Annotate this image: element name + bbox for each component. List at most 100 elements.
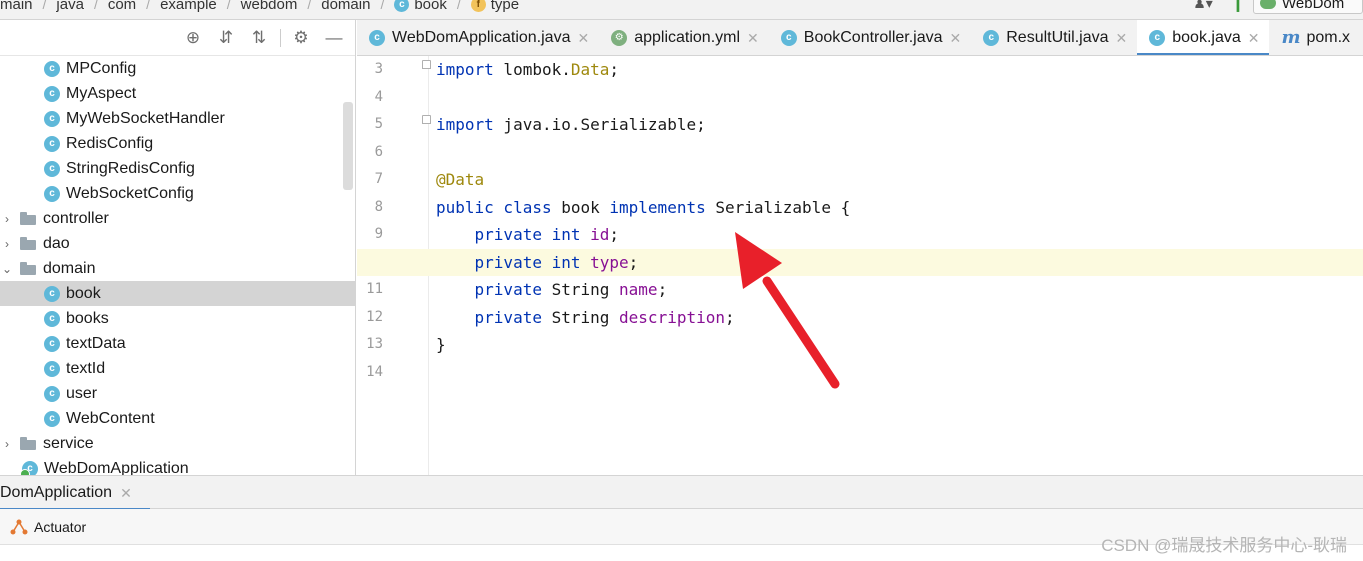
code-token: Serializable { (705, 197, 851, 217)
editor-tab-label: application.yml (634, 29, 741, 46)
tree-item[interactable]: c WebContent (0, 406, 355, 431)
project-panel: ⊕ ⇵ ⇅ ⚙ — c MPConfig c MyAspect c MyWebSocket… (0, 20, 356, 475)
close-icon[interactable]: ✕ (1248, 30, 1260, 47)
breadcrumb-item[interactable]: main (0, 0, 33, 13)
code-token: ; (628, 252, 639, 272)
tree-item[interactable]: c user (0, 381, 355, 406)
editor-tab[interactable]: c ResultUtil.java ✕ (971, 20, 1137, 55)
package-folder-icon (20, 262, 36, 275)
close-icon[interactable]: ✕ (747, 30, 759, 47)
close-icon[interactable]: ✕ (577, 30, 589, 47)
editor-tab[interactable]: c WebDomApplication.java ✕ (357, 20, 599, 55)
tree-item[interactable]: c textId (0, 356, 355, 381)
code-line[interactable]: private String name; (436, 276, 1363, 303)
tree-item[interactable]: c books (0, 306, 355, 331)
expand-all-icon[interactable]: ⇵ (213, 25, 239, 51)
class-icon: c (1149, 30, 1166, 46)
chevron-right-icon[interactable]: › (0, 237, 14, 251)
tree-item[interactable]: c MyWebSocketHandler (0, 106, 355, 131)
tree-item[interactable]: c WebSocketConfig (0, 181, 355, 206)
breadcrumb-label: book (414, 0, 447, 13)
code-line[interactable] (436, 139, 1363, 166)
actuator-tab[interactable]: Actuator (10, 519, 86, 535)
code-token: private (474, 307, 542, 327)
hide-panel-icon[interactable]: — (321, 25, 347, 51)
run-tab-application[interactable]: DomApplication ✕ (0, 476, 150, 510)
code-line[interactable]: } (436, 331, 1363, 358)
fold-marker-icon[interactable] (422, 60, 431, 69)
tree-item[interactable]: c MPConfig (0, 56, 355, 81)
editor-tab[interactable]: ⚙ application.yml ✕ (599, 20, 769, 55)
tree-item-label: domain (43, 259, 96, 277)
locate-file-icon[interactable]: ⊕ (180, 25, 206, 51)
code-token: ; (657, 280, 668, 299)
editor-tab[interactable]: m pom.x (1269, 20, 1360, 55)
build-hammer-icon[interactable]: ❙ (1223, 0, 1253, 13)
code-editor[interactable]: 34567891011121314 import lombok.Data;imp… (357, 56, 1363, 475)
tree-item[interactable]: c MyAspect (0, 81, 355, 106)
breadcrumb-separator: / (380, 0, 385, 12)
chevron-down-icon[interactable]: ⌄ (0, 262, 14, 276)
class-icon: c (44, 385, 60, 402)
tree-item-label: controller (43, 209, 109, 227)
package-folder-icon (20, 212, 36, 225)
code-line[interactable]: private int type; (436, 249, 1363, 276)
watermark-text: CSDN @瑞晟技术服务中心-耿瑞 (1101, 536, 1347, 555)
spring-app-icon (1260, 0, 1276, 9)
tree-item[interactable]: c StringRedisConfig (0, 156, 355, 181)
breadcrumb-label: webdom (240, 0, 298, 13)
package-folder-icon (20, 237, 36, 250)
breadcrumb-item[interactable]: com (108, 0, 136, 13)
code-line[interactable]: private String description; (436, 304, 1363, 331)
code-line[interactable]: import lombok.Data; (436, 56, 1363, 83)
breadcrumb-item[interactable]: f type (470, 0, 519, 13)
chevron-right-icon[interactable]: › (0, 212, 14, 226)
tree-item[interactable]: c book (0, 281, 355, 306)
tree-item[interactable]: › controller (0, 206, 355, 231)
tree-item-label: WebDomApplication (44, 459, 189, 476)
code-line[interactable] (436, 84, 1363, 111)
maven-icon: m (1281, 27, 1301, 48)
project-scrollbar[interactable] (343, 102, 353, 190)
run-configuration-selector[interactable]: WebDom (1253, 0, 1363, 14)
chevron-right-icon[interactable]: › (0, 437, 14, 451)
toolbar-right: ♟▾ ❙ WebDom (1183, 0, 1363, 14)
line-number: 11 (366, 281, 383, 297)
code-token: import (436, 115, 494, 134)
tree-item[interactable]: c WebDomApplication (0, 456, 355, 475)
breadcrumb-label: main (0, 0, 33, 13)
code-token: String (541, 307, 620, 327)
code-line[interactable] (436, 359, 1363, 386)
tree-item[interactable]: › service (0, 431, 355, 456)
close-icon[interactable]: ✕ (950, 30, 962, 47)
run-tool-window-tabs: DomApplication ✕ (0, 475, 1363, 510)
gear-icon[interactable]: ⚙ (288, 25, 314, 51)
fold-marker-icon[interactable] (422, 115, 431, 124)
code-content[interactable]: import lombok.Data; import java.io.Serial… (357, 56, 1363, 475)
breadcrumb-item[interactable]: java (56, 0, 84, 13)
breadcrumb-item[interactable]: example (160, 0, 217, 13)
tree-item[interactable]: › dao (0, 231, 355, 256)
code-line[interactable]: @Data (436, 166, 1363, 193)
code-line[interactable]: private int id; (436, 221, 1363, 248)
breadcrumb-item[interactable]: domain (321, 0, 370, 13)
close-icon[interactable]: ✕ (120, 485, 132, 502)
editor-tab-label: BookController.java (803, 29, 943, 46)
tree-item[interactable]: c RedisConfig (0, 131, 355, 156)
tree-item-label: RedisConfig (66, 134, 154, 152)
close-icon[interactable]: ✕ (1116, 30, 1128, 47)
code-line[interactable]: public class book implements Serializabl… (436, 194, 1363, 221)
breadcrumb-item[interactable]: c book (394, 0, 447, 13)
tree-item[interactable]: ⌄ domain (0, 256, 355, 281)
collapse-all-icon[interactable]: ⇅ (246, 25, 272, 51)
code-line[interactable]: import java.io.Serializable; (436, 111, 1363, 138)
spring-application-class-icon: c (20, 460, 38, 475)
user-icon[interactable]: ♟▾ (1183, 0, 1223, 12)
tree-item[interactable]: c textData (0, 331, 355, 356)
editor-tab[interactable]: c BookController.java ✕ (769, 20, 971, 55)
breadcrumb-item[interactable]: webdom (241, 0, 298, 13)
tree-item-label: dao (43, 234, 70, 252)
editor-tab[interactable]: c book.java ✕ (1137, 20, 1270, 55)
